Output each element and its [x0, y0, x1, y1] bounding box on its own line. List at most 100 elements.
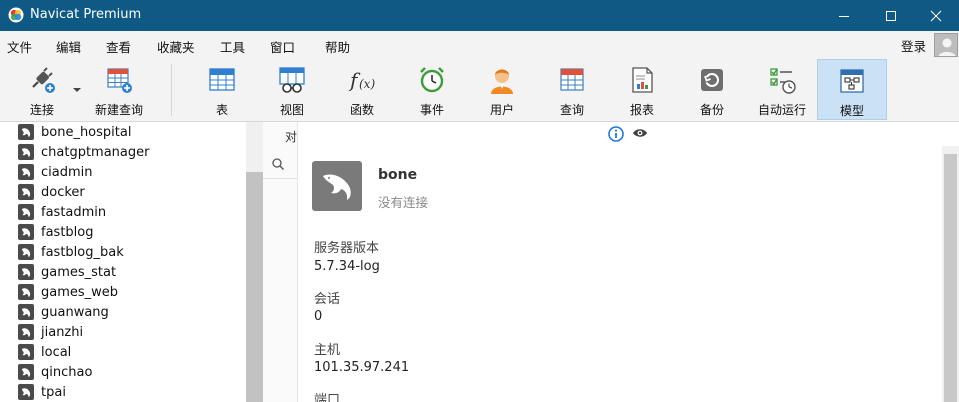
query-button[interactable]: 查询 [546, 59, 598, 120]
minimize-button[interactable] [821, 0, 867, 31]
database-item[interactable]: qinchao [18, 362, 92, 382]
database-tree: bone_hospital chatgptmanager ciadmin docker… [0, 122, 246, 402]
connect-dropdown-icon[interactable] [73, 88, 81, 92]
mysql-database-icon [18, 184, 34, 200]
database-name: qinchao [41, 364, 93, 380]
connection-name: bone [378, 167, 418, 183]
database-name: guanwang [41, 304, 109, 320]
title-bar: Navicat Premium [0, 0, 959, 31]
tree-scrollbar[interactable] [246, 122, 263, 402]
automation-button[interactable]: 自动运行 [752, 59, 812, 120]
database-item[interactable]: guanwang [18, 302, 109, 322]
view-button[interactable]: 视图 [266, 59, 318, 120]
window-title: Navicat Premium [30, 7, 142, 22]
backup-label: 备份 [699, 103, 724, 117]
alarm-clock-icon [417, 65, 447, 95]
mysql-database-icon [18, 244, 34, 260]
mysql-database-icon [18, 144, 34, 160]
navicat-logo-icon [8, 7, 24, 23]
new-query-button[interactable]: 新建查询 [88, 59, 150, 120]
database-item[interactable]: games_web [18, 282, 118, 302]
database-item[interactable]: tpai [18, 382, 66, 402]
eye-icon[interactable] [632, 127, 648, 142]
database-item[interactable]: jianzhi [18, 322, 83, 342]
query-label: 查询 [559, 103, 584, 117]
menu-tools[interactable]: 工具 [220, 37, 245, 56]
session-label: 会话 [314, 292, 341, 307]
mysql-database-icon [18, 224, 34, 240]
maximize-button[interactable] [868, 0, 914, 31]
database-name: fastblog_bak [41, 244, 124, 260]
mysql-database-icon [18, 344, 34, 360]
server-version-value: 5.7.34-log [314, 259, 380, 274]
info-scrollbar-thumb[interactable] [944, 154, 957, 402]
database-name: jianzhi [41, 324, 84, 340]
database-name: games_stat [41, 264, 117, 280]
report-label: 报表 [629, 103, 654, 117]
object-tab[interactable]: 对 [285, 128, 297, 145]
table-label: 表 [215, 103, 228, 117]
mysql-database-icon [18, 364, 34, 380]
connect-button[interactable]: 连接 [14, 59, 70, 120]
database-item[interactable]: docker [18, 182, 85, 202]
menu-file[interactable]: 文件 [7, 37, 32, 56]
database-item[interactable]: fastadmin [18, 202, 106, 222]
event-button[interactable]: 事件 [406, 59, 458, 120]
menu-window[interactable]: 窗口 [270, 37, 295, 56]
menu-view[interactable]: 查看 [106, 37, 131, 56]
mysql-database-icon [18, 164, 34, 180]
function-button[interactable]: f (x) 函数 [336, 59, 388, 120]
model-button[interactable]: 模型 [817, 59, 887, 120]
database-name: fastadmin [41, 204, 107, 220]
info-pane-header [298, 122, 959, 146]
database-item[interactable]: fastblog [18, 222, 93, 242]
mysql-database-icon [18, 204, 34, 220]
login-link[interactable]: 登录 [901, 36, 926, 55]
info-pane: bone 没有连接 服务器版本 5.7.34-log 会话 0 主机 101.3… [298, 122, 959, 402]
toolbar: 连接 新建查询 表 视图 f (x) 函数 事件 用户 查询 报表 备份 自动运… [0, 58, 959, 122]
database-name: bone_hospital [41, 124, 132, 140]
server-version-label: 服务器版本 [314, 241, 380, 256]
report-icon [627, 65, 657, 95]
database-item[interactable]: bone_hospital [18, 122, 131, 142]
database-item[interactable]: games_stat [18, 262, 116, 282]
mysql-database-icon [18, 124, 34, 140]
connect-label: 连接 [29, 103, 54, 117]
automation-icon [767, 65, 797, 95]
backup-button[interactable]: 备份 [686, 59, 738, 120]
mysql-dolphin-icon [312, 161, 362, 211]
database-name: fastblog [41, 224, 94, 240]
menu-help[interactable]: 帮助 [325, 37, 350, 56]
database-item[interactable]: ciadmin [18, 162, 93, 182]
session-value: 0 [314, 309, 323, 324]
database-item[interactable]: local [18, 342, 71, 362]
model-icon [837, 66, 867, 96]
menu-edit[interactable]: 编辑 [56, 37, 81, 56]
database-item[interactable]: chatgptmanager [18, 142, 149, 162]
database-name: games_web [41, 284, 119, 300]
menu-favorites[interactable]: 收藏夹 [157, 37, 195, 56]
tree-scrollbar-thumb[interactable] [246, 172, 263, 402]
user-label: 用户 [489, 103, 514, 117]
avatar[interactable] [934, 33, 958, 57]
info-icon[interactable] [608, 126, 624, 145]
search-icon[interactable] [271, 157, 285, 174]
view-icon [277, 65, 307, 95]
query-icon [557, 65, 587, 95]
model-label: 模型 [839, 104, 864, 118]
connection-status: 没有连接 [378, 195, 429, 210]
table-button[interactable]: 表 [196, 59, 248, 120]
close-button[interactable] [913, 0, 959, 31]
info-scrollbar[interactable] [942, 146, 959, 402]
svg-text:(x): (x) [359, 77, 375, 91]
view-label: 视图 [279, 103, 304, 117]
host-value: 101.35.97.241 [314, 360, 410, 375]
report-button[interactable]: 报表 [616, 59, 668, 120]
user-button[interactable]: 用户 [476, 59, 528, 120]
database-item[interactable]: fastblog_bak [18, 242, 124, 262]
event-label: 事件 [419, 103, 444, 117]
database-name: docker [41, 184, 85, 200]
mysql-database-icon [18, 384, 34, 400]
backup-icon [697, 65, 727, 95]
object-pane: 对 [263, 122, 298, 402]
